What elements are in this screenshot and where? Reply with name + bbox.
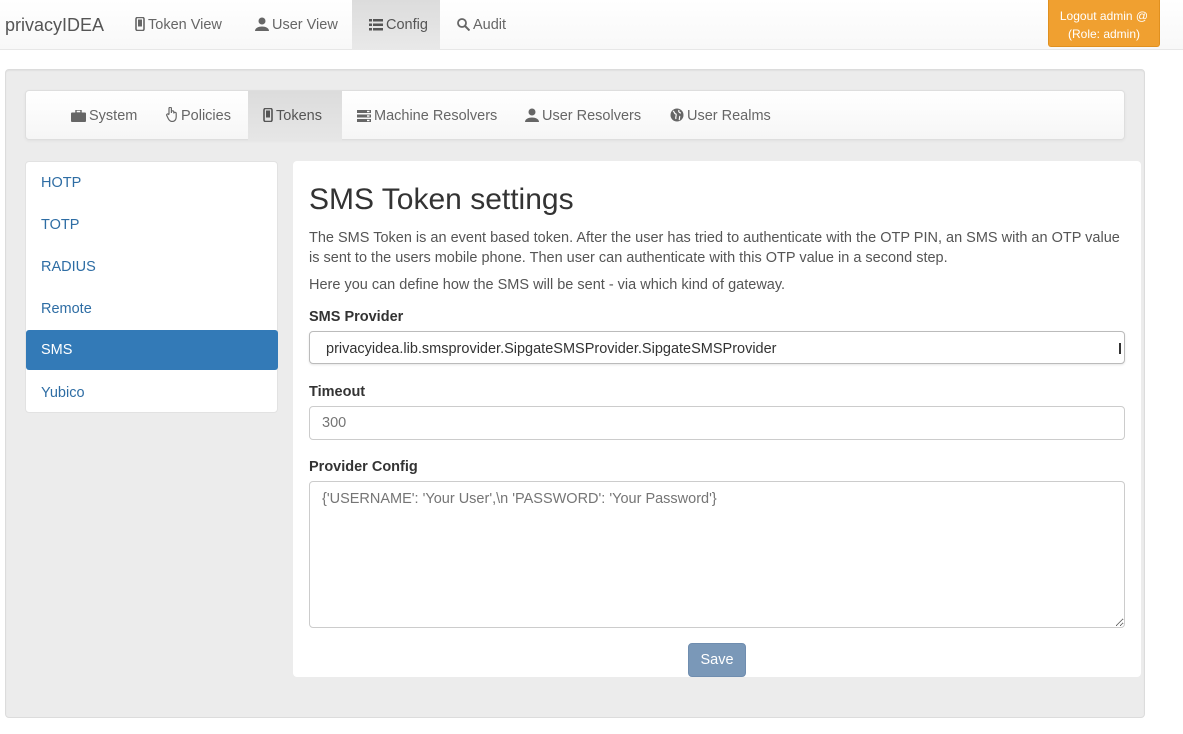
- subnav-user-resolvers-label: User Resolvers: [542, 108, 642, 124]
- search-icon: [457, 18, 471, 32]
- description-text: The SMS Token is an event based token. A…: [309, 230, 1120, 266]
- nav-token-view-label: Token View: [148, 17, 222, 33]
- nav-token-view[interactable]: Token View: [118, 0, 239, 50]
- config-subnav: System Policies Tokens Machine Resolvers…: [25, 90, 1125, 141]
- user-icon: [525, 108, 539, 122]
- subnav-user-realms[interactable]: User Realms: [655, 91, 786, 141]
- tasks-icon: [357, 110, 371, 122]
- list-item-radius[interactable]: RADIUS: [26, 247, 277, 287]
- subnav-system[interactable]: System: [56, 91, 152, 141]
- subnav-system-label: System: [89, 108, 138, 124]
- timeout-input[interactable]: [309, 406, 1125, 440]
- user-icon: [255, 17, 269, 31]
- nav-user-view-label: User View: [272, 17, 338, 33]
- logout-button[interactable]: Logout admin @ (Role: admin): [1048, 0, 1160, 47]
- token-type-list: HOTP TOTP RADIUS Remote SMS Yubico: [25, 161, 278, 413]
- list-item-yubico[interactable]: Yubico: [26, 373, 277, 413]
- top-navbar: privacyIDEA Token View User View Config …: [0, 0, 1183, 50]
- nav-audit-label: Audit: [473, 17, 507, 33]
- mobile-icon: [263, 107, 273, 123]
- nav-audit[interactable]: Audit: [440, 0, 523, 50]
- nav-config-label: Config: [386, 17, 428, 33]
- provider-config-textarea[interactable]: [309, 481, 1125, 628]
- sms-provider-select[interactable]: privacyidea.lib.smsprovider.SipgateSMSPr…: [309, 331, 1125, 364]
- list-item-sms[interactable]: SMS: [26, 330, 278, 370]
- dropdown-caret-icon: [1116, 343, 1121, 354]
- subnav-policies[interactable]: Policies: [151, 91, 246, 141]
- subnav-machine-resolvers-label: Machine Resolvers: [374, 108, 498, 124]
- timeout-label: Timeout: [309, 384, 366, 400]
- save-button[interactable]: Save: [688, 643, 746, 677]
- nav-user-view[interactable]: User View: [238, 0, 355, 50]
- hand-pointer-icon: [166, 106, 177, 123]
- briefcase-icon: [71, 109, 86, 122]
- provider-config-label: Provider Config: [309, 459, 418, 475]
- sms-settings-panel: SMS Token settings The SMS Token is an e…: [293, 161, 1141, 677]
- list-item-totp[interactable]: TOTP: [26, 205, 277, 245]
- globe-icon: [670, 108, 684, 122]
- subnav-machine-resolvers[interactable]: Machine Resolvers: [342, 91, 512, 141]
- list-icon: [369, 19, 383, 31]
- subnav-user-realms-label: User Realms: [687, 108, 771, 124]
- sms-provider-value: privacyidea.lib.smsprovider.SipgateSMSPr…: [326, 341, 777, 357]
- subnav-policies-label: Policies: [181, 108, 231, 124]
- subnav-tokens-label: Tokens: [276, 108, 322, 124]
- gateway-description-text: Here you can define how the SMS will be …: [309, 277, 786, 293]
- role-label: (Role: admin): [1067, 27, 1141, 41]
- sms-provider-label: SMS Provider: [309, 309, 404, 325]
- subnav-user-resolvers[interactable]: User Resolvers: [510, 91, 656, 141]
- page-title: SMS Token settings: [309, 183, 574, 216]
- list-item-remote[interactable]: Remote: [26, 289, 277, 329]
- brand-logo[interactable]: privacyIDEA: [5, 15, 104, 36]
- nav-config[interactable]: Config: [352, 0, 440, 50]
- subnav-tokens[interactable]: Tokens: [248, 91, 342, 141]
- logout-label: Logout admin @: [1059, 9, 1149, 23]
- list-item-hotp[interactable]: HOTP: [26, 163, 277, 203]
- mobile-icon: [135, 16, 145, 32]
